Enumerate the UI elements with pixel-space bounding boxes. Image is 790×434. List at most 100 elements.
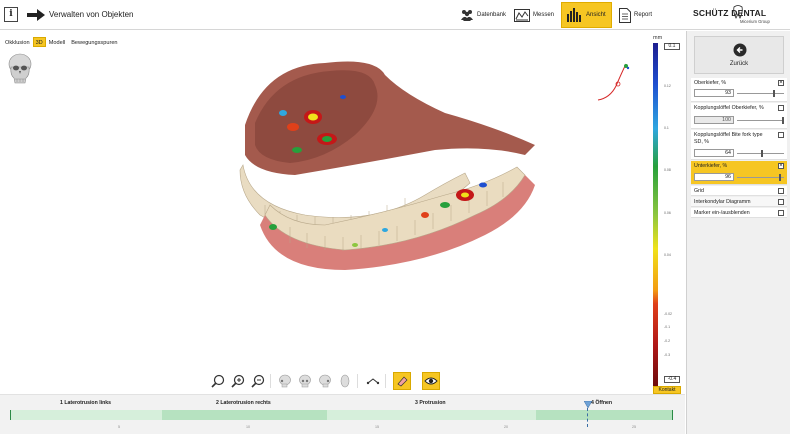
scale-tick: 0.04 <box>664 253 671 257</box>
timeline-tick: 10 <box>246 425 250 429</box>
motion-trace-curve <box>597 63 630 101</box>
layer-label: Interkondylar Diagramm <box>694 199 751 205</box>
phase-label[interactable]: 2 Laterotrusion rechts <box>216 400 271 406</box>
timeline-tick: 25 <box>632 425 636 429</box>
top-toolbar: i Verwalten von Objekten Datenbank Messe… <box>0 0 790 30</box>
opacity-slider[interactable] <box>737 174 784 181</box>
timeline-tick: 5 <box>118 425 120 429</box>
layer-label: Oberkiefer, % <box>694 80 727 86</box>
tooth-logo-icon <box>733 5 743 19</box>
scale-tick: -0.02 <box>664 312 672 316</box>
back-label: Zurück <box>729 61 749 67</box>
tab-modell[interactable]: Modell <box>46 37 68 47</box>
slider-knob[interactable] <box>761 150 763 157</box>
jaw-3d-model[interactable] <box>235 55 540 275</box>
phase-label[interactable]: 1 Laterotrusion links <box>60 400 111 406</box>
phase-label[interactable]: 4 Öffnen <box>591 400 612 406</box>
layer-checkbox[interactable] <box>778 132 784 138</box>
layer-row-grid: Grid <box>691 186 787 196</box>
zoom-in-icon[interactable] <box>229 372 247 390</box>
measure-button[interactable]: Messen <box>510 2 558 28</box>
people-icon <box>461 10 473 21</box>
layer-label: Grid <box>694 188 705 194</box>
view-tabs: Okklusion 3D Modell Bewegungsspuren <box>2 37 121 47</box>
scale-tick: 0.12 <box>664 84 671 88</box>
opacity-slider[interactable] <box>737 150 784 157</box>
layer-checkbox[interactable]: × <box>778 163 784 169</box>
layer-checkbox[interactable] <box>778 105 784 111</box>
opacity-input[interactable]: 64 <box>694 149 734 157</box>
page-title: Verwalten von Objekten <box>49 10 134 19</box>
scale-tick: 0.1 <box>664 126 669 130</box>
layer-label: Unterkiefer, % <box>694 163 728 169</box>
layer-row-oberkiefer: Oberkiefer, % × 93 <box>691 78 787 102</box>
zoom-out-icon[interactable] <box>249 372 267 390</box>
slider-knob[interactable] <box>773 90 775 97</box>
arrow-right-icon[interactable] <box>27 9 45 21</box>
view-button[interactable]: Ansicht <box>561 2 612 28</box>
skull-bottom-icon[interactable] <box>336 372 354 390</box>
logo-text: SCHÜTZ DENTAL <box>693 8 767 18</box>
scale-tick: 0.06 <box>664 211 671 215</box>
layer-row-interkondylar: Interkondylar Diagramm <box>691 197 787 207</box>
layer-label: Kopplungslöffel Bite fork type SD, % <box>694 132 763 145</box>
timeline-track[interactable] <box>10 410 673 420</box>
report-button[interactable]: Report <box>615 2 656 28</box>
back-arrow-icon <box>733 43 747 57</box>
opacity-input[interactable]: 96 <box>694 173 734 181</box>
slider-knob[interactable] <box>779 174 781 181</box>
skull-front-icon[interactable] <box>296 372 314 390</box>
scale-tick: -0.3 <box>664 353 671 357</box>
timeline-cursor-icon[interactable] <box>584 401 592 409</box>
measure-icon <box>514 8 530 22</box>
measure-line-icon[interactable] <box>364 372 382 390</box>
timeline-tick: 15 <box>375 425 379 429</box>
zoom-fit-icon[interactable] <box>209 372 227 390</box>
timeline-cursor-line <box>587 408 588 427</box>
tab-3d[interactable]: 3D <box>32 37 46 47</box>
info-button[interactable]: i <box>4 7 18 22</box>
scale-max-input[interactable]: 0.1 <box>664 43 680 50</box>
slider-knob[interactable] <box>782 117 784 124</box>
movement-timeline: 1 Laterotrusion links 2 Laterotrusion re… <box>0 394 685 434</box>
opacity-input[interactable]: 100 <box>694 116 734 124</box>
database-button[interactable]: Datenbank <box>456 2 510 28</box>
layer-checkbox[interactable] <box>778 199 784 205</box>
opacity-slider[interactable] <box>737 117 784 124</box>
tab-okklusion[interactable]: Okklusion <box>2 37 33 47</box>
back-button[interactable]: Zurück <box>694 36 784 74</box>
bar-chart-icon <box>567 8 581 22</box>
layer-label: Marker ein-/ausblenden <box>694 210 750 216</box>
opacity-input[interactable]: 93 <box>694 89 734 97</box>
layer-checkbox[interactable]: × <box>778 80 784 86</box>
database-label: Datenbank <box>477 12 507 18</box>
layer-row-unterkiefer: Unterkiefer, % × 96 <box>691 161 787 185</box>
phase-label[interactable]: 3 Protrusion <box>415 400 446 406</box>
scale-tick: -0.1 <box>664 325 671 329</box>
scale-tick: -0.2 <box>664 339 671 343</box>
skull-left-icon[interactable] <box>276 372 294 390</box>
scale-unit: mm <box>653 35 663 41</box>
view-label: Ansicht <box>586 12 606 18</box>
measure-label: Messen <box>533 12 555 18</box>
color-scale-bar <box>653 43 658 386</box>
skull-right-icon[interactable] <box>316 372 334 390</box>
layer-panel: Zurück Oberkiefer, % × 93 Kopplungslöffe… <box>686 31 790 434</box>
layer-checkbox[interactable] <box>778 188 784 194</box>
schuetz-dental-logo: SCHÜTZ DENTAL Micerium Group <box>693 5 785 27</box>
layer-row-marker: Marker ein-/ausblenden <box>691 208 787 218</box>
layer-row-kopplungsloeffel-oberkiefer: Kopplungslöffel Oberkiefer, % 100 <box>691 103 787 129</box>
layer-label: Kopplungslöffel Oberkiefer, % <box>694 105 764 111</box>
layer-row-bite-fork: Kopplungslöffel Bite fork type SD, % 64 <box>691 130 787 160</box>
scale-tick: 0.08 <box>664 168 671 172</box>
timeline-tick: 20 <box>504 425 508 429</box>
eraser-icon[interactable] <box>393 372 411 390</box>
view-tools <box>0 372 685 390</box>
logo-subtitle: Micerium Group <box>740 19 770 24</box>
tab-bewegungsspuren[interactable]: Bewegungsspuren <box>68 37 120 47</box>
document-icon <box>619 7 631 23</box>
orientation-skull-icon[interactable] <box>7 53 33 85</box>
eye-icon[interactable] <box>422 372 440 390</box>
opacity-slider[interactable] <box>737 90 784 97</box>
layer-checkbox[interactable] <box>778 210 784 216</box>
